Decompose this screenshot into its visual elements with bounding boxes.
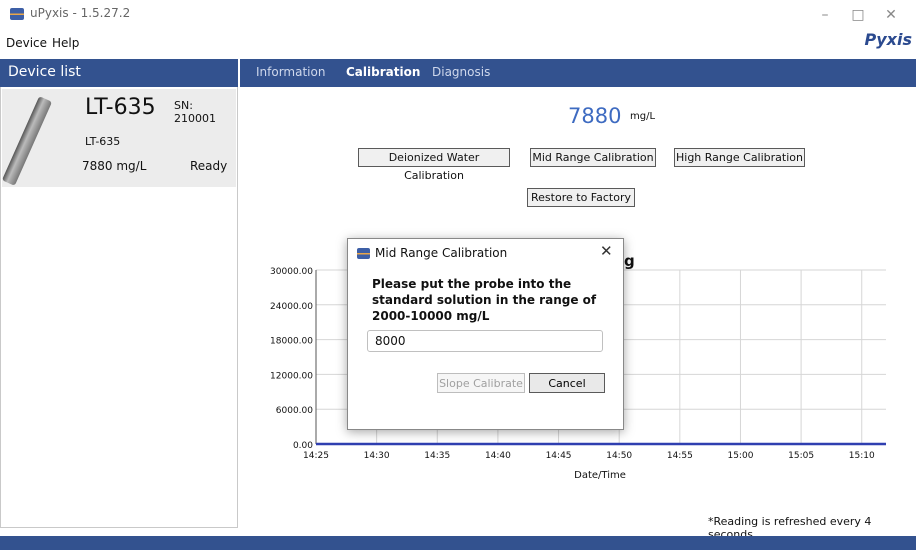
device-reading: 7880 mg/L	[82, 159, 147, 173]
chart-y-tick-label: 0.00	[293, 441, 313, 451]
chart-x-tick-label: 15:05	[788, 451, 814, 461]
device-model: LT-635	[85, 95, 156, 120]
device-card[interactable]: LT-635 SN: 210001 LT-635 7880 mg/L Ready	[1, 89, 236, 187]
tab-information[interactable]: Information	[256, 65, 325, 79]
reading-unit: mg/L	[630, 111, 656, 122]
tab-diagnosis[interactable]: Diagnosis	[432, 65, 490, 79]
chart-x-tick-label: 14:55	[667, 451, 693, 461]
maximize-button[interactable]: □	[843, 4, 873, 26]
slope-calibrate-button[interactable]: Slope Calibrate	[437, 373, 525, 393]
dialog-message: Please put the probe into the standard s…	[372, 277, 597, 323]
restore-factory-button[interactable]: Restore to Factory	[527, 188, 635, 207]
dialog-title: Mid Range Calibration	[375, 246, 508, 260]
cancel-button[interactable]: Cancel	[529, 373, 605, 393]
menu-help[interactable]: Help	[52, 36, 79, 50]
chart-y-tick-label: 6000.00	[276, 406, 313, 416]
title-bar	[0, 0, 916, 30]
chart-y-tick-label: 30000.00	[270, 267, 313, 277]
chart-y-tick-label: 24000.00	[270, 302, 313, 312]
tab-bar: Information Calibration Diagnosis	[240, 59, 916, 87]
window-title: uPyxis - 1.5.27.2	[30, 6, 131, 20]
reading-value: 7880	[568, 104, 622, 128]
menu-bar	[0, 30, 916, 56]
minimize-button[interactable]: –	[810, 4, 840, 26]
chart-x-tick-label: 14:50	[606, 451, 632, 461]
chart-x-tick-label: 15:00	[727, 451, 753, 461]
close-window-button[interactable]: ✕	[876, 4, 906, 26]
dialog-close-icon[interactable]: ✕	[600, 242, 613, 260]
chart-y-tick-label: 12000.00	[270, 371, 313, 381]
probe-image	[1, 96, 53, 186]
menu-device[interactable]: Device	[6, 36, 47, 50]
high-range-calibration-button[interactable]: High Range Calibration	[674, 148, 805, 167]
chart-y-tick-label: 18000.00	[270, 337, 313, 347]
chart-x-tick-label: 14:30	[364, 451, 390, 461]
app-icon	[10, 8, 24, 20]
brand-logo: Pyxis	[864, 30, 912, 49]
deionized-water-calibration-button[interactable]: Deionized Water Calibration	[358, 148, 510, 182]
chart-x-axis-label: Date/Time	[574, 470, 626, 480]
tab-calibration[interactable]: Calibration	[346, 65, 420, 79]
device-list-header: Device list	[0, 59, 238, 87]
mid-range-calibration-dialog: Mid Range Calibration ✕ Please put the p…	[347, 238, 624, 430]
device-name: LT-635	[85, 135, 121, 148]
chart-x-tick-label: 14:45	[546, 451, 572, 461]
chart-x-tick-label: 14:25	[303, 451, 329, 461]
chart-title: g	[624, 252, 635, 270]
mid-range-calibration-button[interactable]: Mid Range Calibration	[530, 148, 656, 167]
status-bar	[0, 536, 916, 550]
chart-x-tick-label: 14:40	[485, 451, 511, 461]
device-status: Ready	[190, 159, 228, 173]
device-list-title: Device list	[8, 64, 81, 80]
device-serial: SN: 210001	[174, 99, 216, 125]
chart-x-tick-label: 15:10	[849, 451, 875, 461]
chart-x-tick-label: 14:35	[424, 451, 450, 461]
dialog-app-icon	[357, 248, 370, 259]
standard-value-input[interactable]	[367, 330, 603, 352]
